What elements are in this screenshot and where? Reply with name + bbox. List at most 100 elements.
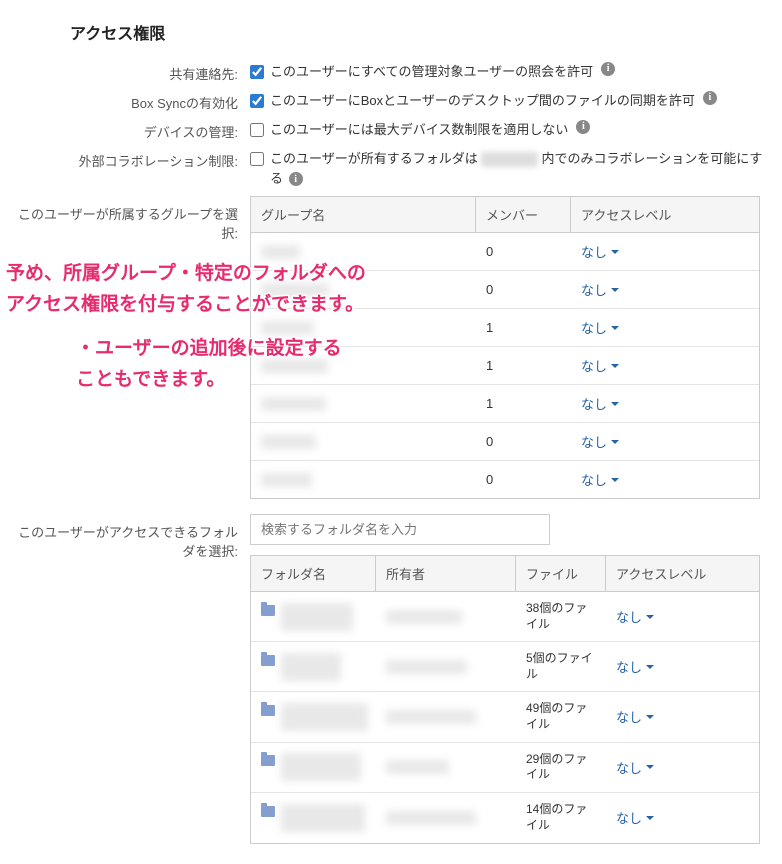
cell-members: 1: [476, 385, 571, 422]
header-folder-name: フォルダ名: [251, 556, 376, 591]
checkbox-shared-contact[interactable]: [250, 65, 264, 79]
cell-files: 5個のファイル: [516, 642, 606, 691]
cell-access: なし: [571, 271, 759, 308]
label-shared-contact: 共有連絡先:: [15, 62, 250, 83]
cell-files: 38個のファイル: [516, 592, 606, 641]
caret-down-icon: [611, 250, 619, 254]
cell-access: なし: [606, 743, 759, 792]
label-device-mgmt: デバイスの管理:: [15, 120, 250, 141]
folder-icon: [261, 705, 275, 716]
label-folder-select: このユーザーがアクセスできるフォルダを選択:: [15, 514, 250, 560]
row-external-collab: 外部コラボレーション制限: このユーザーが所有するフォルダは xxxxx 内での…: [15, 149, 767, 188]
header-access: アクセスレベル: [571, 197, 759, 232]
access-level-dropdown[interactable]: なし: [616, 657, 654, 676]
header-access-level: アクセスレベル: [606, 556, 759, 591]
caret-down-icon: [611, 364, 619, 368]
cell-access: なし: [606, 642, 759, 691]
folder-icon: [261, 605, 275, 616]
cell-folder-name: [251, 793, 376, 843]
cell-members: 0: [476, 271, 571, 308]
cell-access: なし: [571, 347, 759, 384]
info-icon[interactable]: i: [703, 91, 717, 105]
access-level-dropdown[interactable]: なし: [616, 758, 654, 777]
table-row: 49個のファイルなし: [251, 692, 759, 742]
access-level-dropdown[interactable]: なし: [616, 808, 654, 827]
checkbox-sync-enable[interactable]: [250, 94, 264, 108]
label-sync-enable: Box Syncの有効化: [15, 91, 250, 112]
cell-access: なし: [571, 385, 759, 422]
folder-icon: [261, 755, 275, 766]
redacted-text: [281, 804, 365, 832]
caret-down-icon: [611, 478, 619, 482]
folder-search-input[interactable]: [250, 514, 550, 545]
cell-folder-name: [251, 642, 376, 691]
redacted-text: [281, 703, 368, 731]
checkbox-device-mgmt[interactable]: [250, 123, 264, 137]
group-table: グループ名 メンバー アクセスレベル 0なし0なし1なし1なし1なし0なし0なし: [250, 196, 760, 499]
cell-members: 0: [476, 461, 571, 498]
cell-owner: [376, 692, 516, 741]
access-level-dropdown[interactable]: なし: [581, 242, 619, 261]
row-device-mgmt: デバイスの管理: このユーザーには最大デバイス数制限を適用しない i: [15, 120, 767, 141]
info-icon[interactable]: i: [601, 62, 615, 76]
row-sync-enable: Box Syncの有効化 このユーザーにBoxとユーザーのデスクトップ間のファイ…: [15, 91, 767, 112]
label-group-select: このユーザーが所属するグループを選択:: [15, 196, 250, 242]
text-device-mgmt: このユーザーには最大デバイス数制限を適用しない: [270, 120, 568, 140]
header-group-name: グループ名: [251, 197, 476, 232]
cell-owner: [376, 592, 516, 641]
info-icon[interactable]: i: [289, 172, 303, 186]
block-group-select: このユーザーが所属するグループを選択: グループ名 メンバー アクセスレベル 0…: [15, 196, 767, 499]
redacted-text: [261, 473, 312, 487]
cell-group-name: [251, 461, 476, 498]
table-row: 0 なし: [251, 423, 759, 461]
redacted-text: [261, 321, 314, 335]
header-owner: 所有者: [376, 556, 516, 591]
redacted-text: [261, 245, 300, 259]
folder-icon: [261, 655, 275, 666]
access-level-dropdown[interactable]: なし: [616, 707, 654, 726]
access-level-dropdown[interactable]: なし: [581, 356, 619, 375]
cell-files: 49個のファイル: [516, 692, 606, 741]
cell-members: 0: [476, 423, 571, 460]
cell-group-name: [251, 385, 476, 422]
caret-down-icon: [611, 326, 619, 330]
cell-access: なし: [606, 592, 759, 641]
redacted-text: [261, 359, 328, 373]
access-level-dropdown[interactable]: なし: [581, 470, 619, 489]
access-level-dropdown[interactable]: なし: [581, 432, 619, 451]
info-icon[interactable]: i: [576, 120, 590, 134]
access-level-dropdown[interactable]: なし: [581, 318, 619, 337]
cell-access: なし: [571, 309, 759, 346]
access-level-dropdown[interactable]: なし: [581, 280, 619, 299]
group-table-header: グループ名 メンバー アクセスレベル: [251, 197, 759, 233]
redacted-text: [281, 653, 341, 681]
caret-down-icon: [646, 816, 654, 820]
cell-access: なし: [571, 423, 759, 460]
table-row: 0 なし: [251, 461, 759, 498]
text-shared-contact: このユーザーにすべての管理対象ユーザーの照会を許可: [270, 62, 593, 82]
block-folder-select: このユーザーがアクセスできるフォルダを選択: フォルダ名 所有者 ファイル アク…: [15, 514, 767, 844]
cell-owner: [376, 642, 516, 691]
cell-group-name: [251, 347, 476, 384]
table-row: 14個のファイルなし: [251, 793, 759, 843]
cell-files: 14個のファイル: [516, 793, 606, 843]
cell-group-name: [251, 309, 476, 346]
redacted-text: xxxxx: [481, 152, 538, 167]
table-row: 0 なし: [251, 271, 759, 309]
cell-group-name: [251, 233, 476, 270]
access-level-dropdown[interactable]: なし: [616, 607, 654, 626]
folder-table: フォルダ名 所有者 ファイル アクセスレベル 38個のファイルなし5個のファイル…: [250, 555, 760, 844]
table-row: 1 なし: [251, 385, 759, 423]
cell-members: 0: [476, 233, 571, 270]
redacted-text: [386, 610, 462, 624]
table-row: 1なし: [251, 309, 759, 347]
cell-folder-name: [251, 592, 376, 641]
access-level-dropdown[interactable]: なし: [581, 394, 619, 413]
checkbox-external-collab[interactable]: [250, 152, 264, 166]
caret-down-icon: [611, 288, 619, 292]
table-row: 38個のファイルなし: [251, 592, 759, 642]
cell-access: なし: [606, 692, 759, 741]
caret-down-icon: [646, 665, 654, 669]
redacted-text: [386, 660, 467, 674]
redacted-text: [281, 753, 361, 781]
